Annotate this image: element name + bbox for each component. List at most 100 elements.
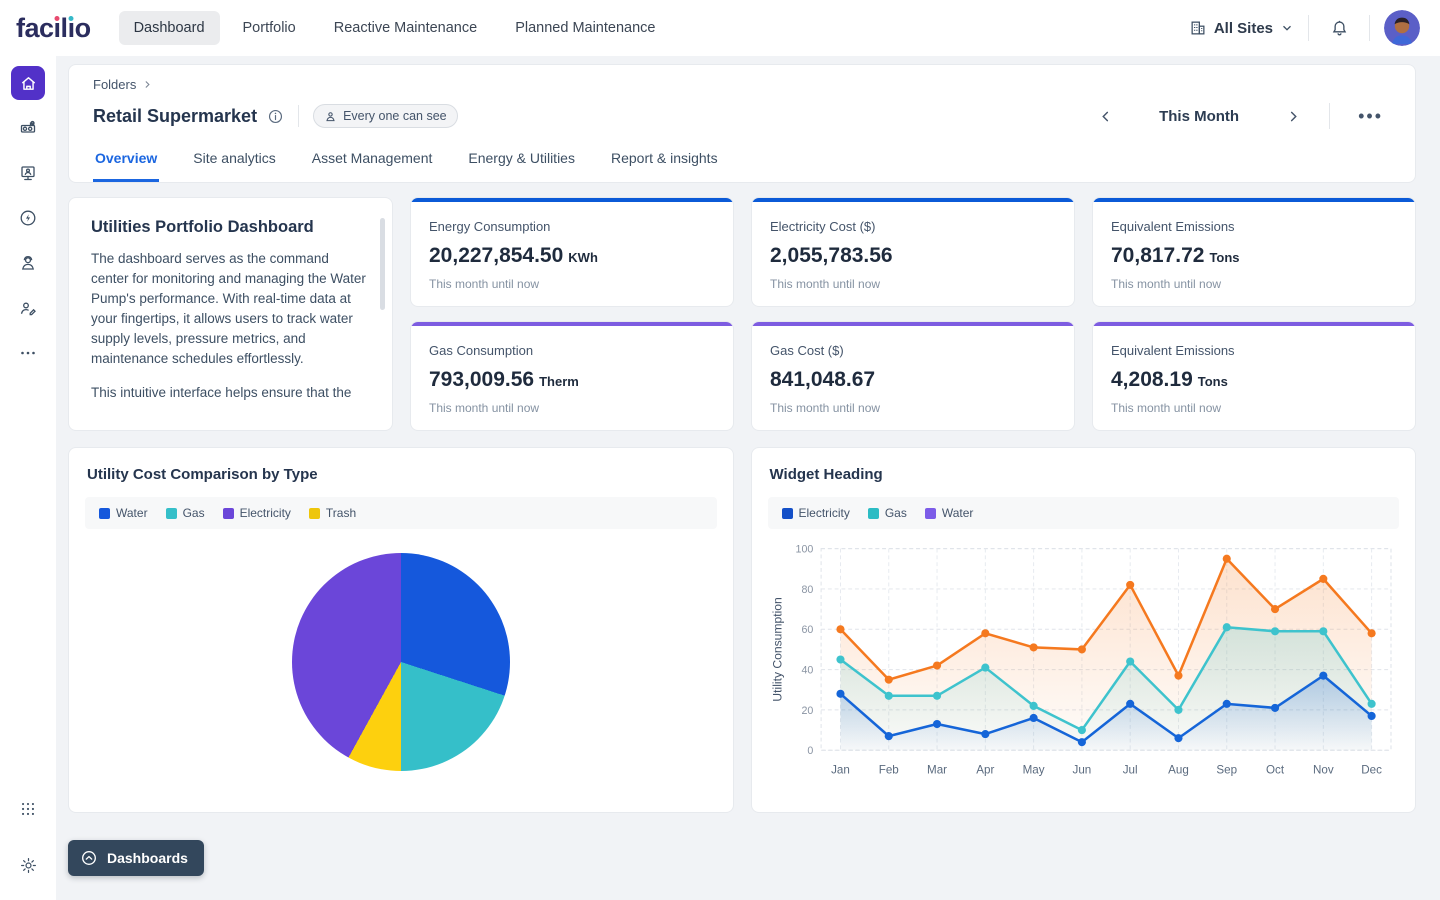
gear-icon [19,856,38,875]
kpi-caption: This month until now [1111,401,1397,415]
kpi-card-electricity-cost: Electricity Cost ($) 2,055,783.56 This m… [751,197,1075,307]
apps-grid-icon [19,800,37,818]
description-title: Utilities Portfolio Dashboard [91,218,370,237]
kpi-title: Energy Consumption [429,219,715,234]
nav-item-portfolio[interactable]: Portfolio [228,11,311,45]
kpi-value: 70,817.72 [1111,244,1204,268]
legend-item-gas[interactable]: Gas [166,506,205,520]
svg-text:80: 80 [801,584,813,596]
sidebar-item-home[interactable] [11,66,45,100]
breadcrumb[interactable]: Folders [93,77,1391,92]
site-selector-label: All Sites [1214,20,1273,37]
kpi-unit: KWh [568,250,598,265]
kpi-card-equivalent-emissions-electricity: Equivalent Emissions 70,817.72Tons This … [1092,197,1416,307]
tab-site-analytics[interactable]: Site analytics [191,146,277,182]
svg-text:100: 100 [795,544,813,556]
kpi-title: Gas Cost ($) [770,343,1056,358]
line-chart-area: 020406080100JanFebMarAprMayJunJulAugSepO… [768,537,1400,794]
description-paragraph-1: The dashboard serves as the command cent… [91,249,370,369]
legend-item-electricity[interactable]: Electricity [223,506,291,520]
kpi-unit: Therm [539,374,579,389]
logo-dot-cyan [69,16,74,21]
kpi-value: 4,208.19 [1111,368,1193,392]
dashboards-button[interactable]: Dashboards [68,840,204,876]
dashboard-tabs: Overview Site analytics Asset Management… [93,146,1391,182]
kpi-accent-bar [1093,322,1415,326]
notifications-button[interactable] [1323,12,1355,44]
apps-launcher-button[interactable] [11,792,45,826]
tab-energy-utilities[interactable]: Energy & Utilities [466,146,577,182]
kpi-unit: Tons [1198,374,1228,389]
pie-chart-title: Utility Cost Comparison by Type [85,466,717,483]
visibility-badge[interactable]: Every one can see [313,104,458,128]
assets-machine-icon [18,118,38,138]
logo-text: fac [16,13,54,44]
pie-chart-card: Utility Cost Comparison by Type Water Ga… [68,447,734,813]
kpi-card-equivalent-emissions-gas: Equivalent Emissions 4,208.19Tons This m… [1092,321,1416,431]
period-divider [1329,103,1330,129]
primary-nav: Dashboard Portfolio Reactive Maintenance… [119,11,671,45]
breadcrumb-folders[interactable]: Folders [93,77,136,92]
legend-item-water[interactable]: Water [99,506,148,520]
building-icon [1189,19,1207,37]
svg-text:Nov: Nov [1312,763,1333,776]
kpi-caption: This month until now [770,277,1056,291]
sidebar-item-energy[interactable] [11,201,45,235]
sidebar-item-visitors[interactable] [11,246,45,280]
info-button[interactable] [267,108,284,125]
user-avatar[interactable] [1384,10,1420,46]
sidebar-item-kiosk[interactable] [11,156,45,190]
description-card: Utilities Portfolio Dashboard The dashbo… [68,197,393,431]
person-icon [324,110,337,123]
sidebar-item-more[interactable] [11,336,45,370]
description-paragraph-2: This intuitive interface helps ensure th… [91,383,370,403]
legend-item-gas[interactable]: Gas [868,506,907,520]
facilio-logo[interactable]: facılıo [16,13,91,44]
kpi-title: Equivalent Emissions [1111,219,1397,234]
chevron-right-icon [1286,109,1301,124]
top-navbar: facılıo Dashboard Portfolio Reactive Mai… [0,0,1440,56]
sidebar-item-assets[interactable] [11,111,45,145]
legend-item-electricity[interactable]: Electricity [782,506,850,520]
legend-swatch [868,508,879,519]
legend-swatch [223,508,234,519]
kpi-grid: Utilities Portfolio Dashboard The dashbo… [68,197,1416,431]
breadcrumb-chevron-icon [142,79,153,90]
kiosk-icon [18,163,38,183]
svg-text:0: 0 [807,745,813,757]
period-prev-button[interactable] [1089,100,1121,132]
svg-text:60: 60 [801,624,813,636]
kpi-accent-bar [411,198,733,202]
kpi-accent-bar [752,322,1074,326]
sidebar-item-vendors[interactable] [11,291,45,325]
topbar-divider [1308,15,1309,41]
legend-item-trash[interactable]: Trash [309,506,356,520]
vendor-edit-icon [18,298,38,318]
energy-bolt-icon [18,208,38,228]
tab-report-insights[interactable]: Report & insights [609,146,720,182]
tab-asset-management[interactable]: Asset Management [310,146,435,182]
tab-overview[interactable]: Overview [93,146,159,182]
period-label[interactable]: This Month [1159,108,1239,125]
svg-text:Aug: Aug [1168,763,1189,776]
svg-text:Dec: Dec [1361,763,1382,776]
description-scrollbar[interactable] [380,218,385,310]
legend-item-water[interactable]: Water [925,506,974,520]
header-more-button[interactable]: ••• [1350,106,1391,127]
kpi-value: 793,009.56 [429,368,534,392]
avatar-image [1384,10,1420,46]
kpi-caption: This month until now [429,401,715,415]
visitor-person-icon [18,253,38,273]
settings-button[interactable] [11,848,45,882]
kpi-accent-bar [752,198,1074,202]
nav-item-reactive-maintenance[interactable]: Reactive Maintenance [319,11,492,45]
svg-text:Utility Consumption: Utility Consumption [770,597,784,701]
site-selector[interactable]: All Sites [1189,19,1294,37]
kpi-title: Gas Consumption [429,343,715,358]
line-chart-card: Widget Heading Electricity Gas Water 020… [751,447,1417,813]
period-next-button[interactable] [1277,100,1309,132]
nav-item-planned-maintenance[interactable]: Planned Maintenance [500,11,670,45]
more-dots-icon [18,343,38,363]
kpi-caption: This month until now [770,401,1056,415]
nav-item-dashboard[interactable]: Dashboard [119,11,220,45]
